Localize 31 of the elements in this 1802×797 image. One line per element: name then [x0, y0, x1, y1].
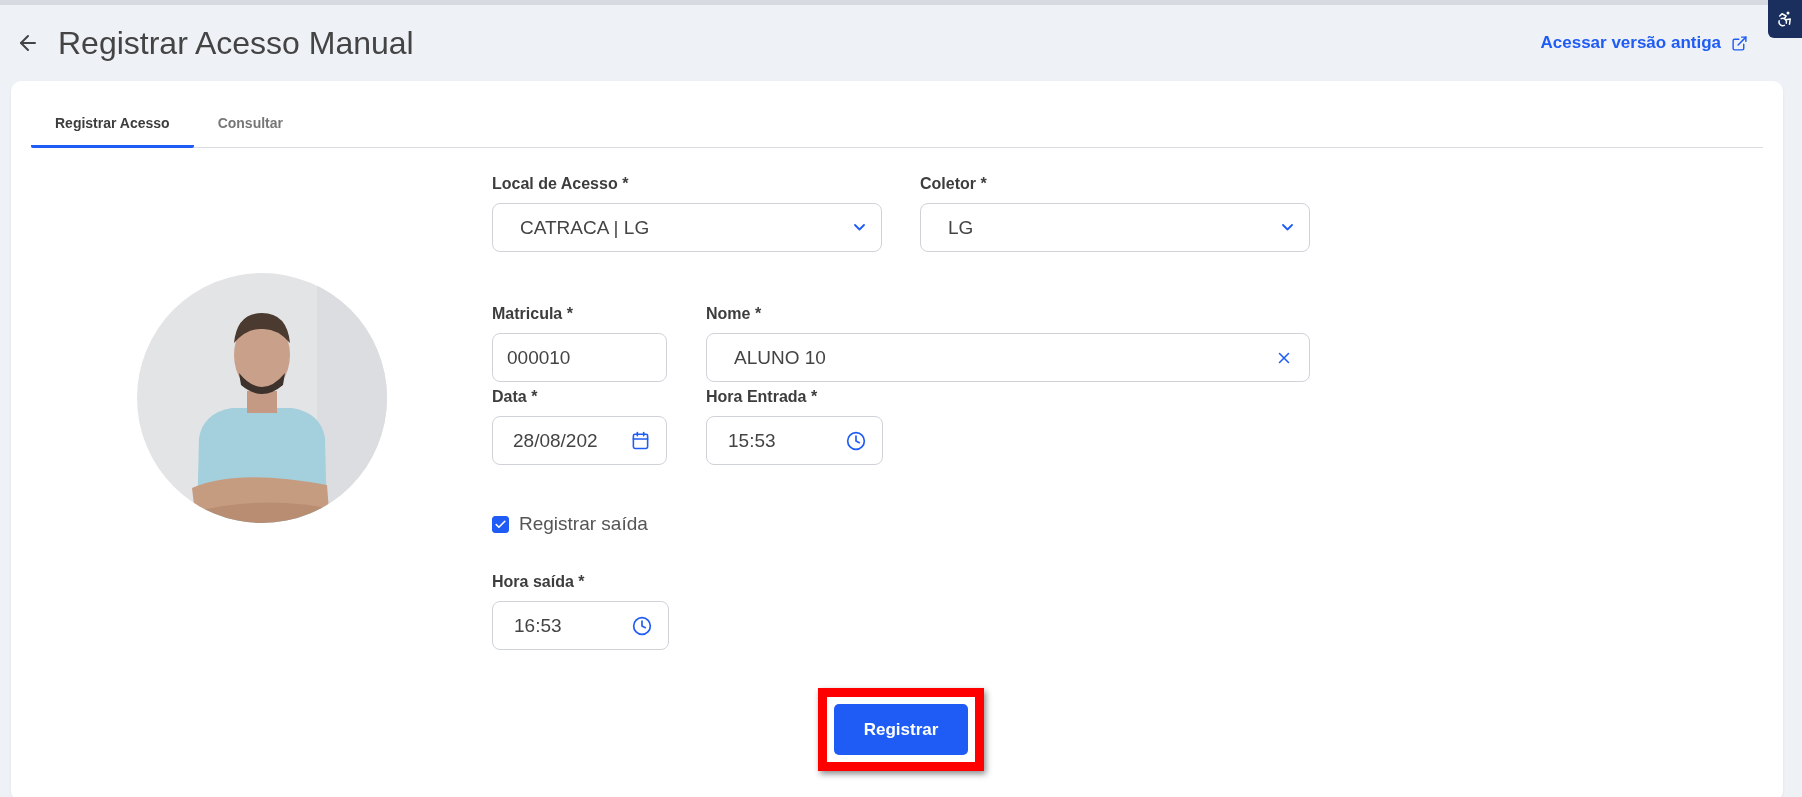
field-label: Coletor * — [920, 175, 988, 193]
field-label: Local de Acesso * — [492, 175, 630, 193]
calendar-icon[interactable] — [631, 431, 650, 450]
time-field[interactable]: 15:53 — [706, 416, 883, 465]
check-icon — [494, 517, 507, 531]
tab[interactable]: Registrar Acesso — [31, 103, 194, 148]
input-field[interactable]: ALUNO 10 — [706, 333, 1310, 382]
checkbox-label: Registrar saída — [519, 513, 648, 535]
exit-checkbox-label[interactable]: Registrar saída — [492, 513, 1310, 535]
field-label: Matricula * — [492, 305, 574, 323]
field-label: Hora Entrada * — [706, 388, 819, 406]
checkbox[interactable] — [492, 515, 509, 533]
select-field[interactable]: LG — [920, 203, 1310, 252]
clock-icon[interactable] — [846, 430, 866, 451]
register-button[interactable]: Registrar — [834, 704, 968, 755]
accessibility-icon — [1776, 10, 1794, 28]
clock-icon[interactable] — [632, 615, 652, 636]
old-version-link[interactable]: Acessar versão antiga — [1540, 33, 1748, 53]
input-field[interactable]: 000010 — [492, 333, 667, 382]
date-field[interactable]: 28/08/202 — [492, 416, 667, 465]
field-label: Nome * — [706, 305, 763, 323]
chevron-down-icon — [1282, 224, 1293, 231]
field-label: Hora saída * — [492, 573, 586, 591]
external-link-icon — [1731, 34, 1748, 52]
time-field[interactable]: 16:53 — [492, 601, 669, 650]
select-field[interactable]: CATRACA | LG — [492, 203, 882, 252]
tab[interactable]: Consultar — [193, 103, 307, 148]
field-label: Data * — [492, 388, 539, 406]
chevron-down-icon — [854, 224, 865, 231]
page-title: Registrar Acesso Manual — [58, 24, 415, 62]
accessibility-button[interactable] — [1768, 0, 1802, 38]
